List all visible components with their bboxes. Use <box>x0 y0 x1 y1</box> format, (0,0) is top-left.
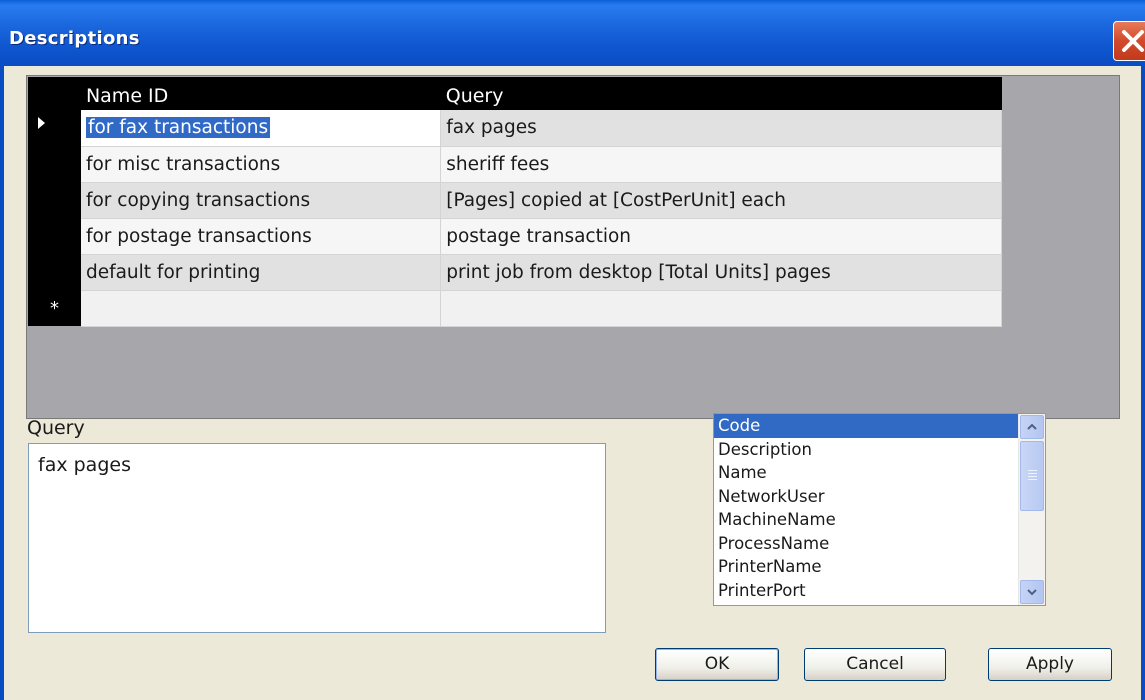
scroll-thumb[interactable] <box>1020 441 1044 511</box>
scroll-up-button[interactable] <box>1020 415 1044 439</box>
table-row[interactable]: for postage transactions postage transac… <box>28 218 1002 255</box>
apply-button[interactable]: Apply <box>988 648 1112 681</box>
column-header-name-id[interactable]: Name ID <box>81 77 441 110</box>
list-item[interactable]: Code <box>714 414 1019 438</box>
name-id-cell[interactable]: default for printing <box>80 254 442 291</box>
name-id-cell[interactable] <box>80 290 442 327</box>
query-textarea[interactable]: fax pages <box>28 443 606 633</box>
query-label: Query <box>27 417 85 439</box>
query-cell[interactable]: sheriff fees <box>440 146 1002 183</box>
current-record-arrow-icon <box>38 117 45 129</box>
query-cell[interactable]: print job from desktop [Total Units] pag… <box>440 254 1002 291</box>
list-item[interactable]: ProcessName <box>714 532 1019 556</box>
new-record-row[interactable]: * <box>28 290 1002 327</box>
field-listbox[interactable]: Code Description Name NetworkUser Machin… <box>713 413 1046 606</box>
name-id-cell[interactable]: for misc transactions <box>80 146 442 183</box>
row-selector[interactable] <box>28 254 81 290</box>
descriptions-datasheet[interactable]: Name ID Query for fax transactions fax p… <box>28 77 1002 327</box>
table-row[interactable]: for copying transactions [Pages] copied … <box>28 182 1002 219</box>
list-item[interactable]: Name <box>714 461 1019 485</box>
window-border-left <box>0 66 4 700</box>
list-item[interactable]: MachineName <box>714 508 1019 532</box>
chevron-up-icon <box>1027 423 1037 430</box>
vertical-scrollbar[interactable] <box>1018 414 1045 605</box>
list-item[interactable]: PrinterPort <box>714 579 1019 603</box>
selected-cell-text: for fax transactions <box>85 117 271 139</box>
current-row-selector[interactable] <box>28 110 81 146</box>
query-text: fax pages <box>38 454 131 476</box>
column-header-query[interactable]: Query <box>441 77 1002 110</box>
query-cell[interactable]: postage transaction <box>440 218 1002 255</box>
list-item[interactable]: PrinterName <box>714 555 1019 579</box>
header-selector-corner[interactable] <box>28 77 81 110</box>
scroll-down-button[interactable] <box>1020 580 1044 604</box>
list-item[interactable]: NetworkUser <box>714 485 1019 509</box>
name-id-cell[interactable]: for postage transactions <box>80 218 442 255</box>
new-record-asterisk-icon: * <box>49 297 59 319</box>
window-title: Descriptions <box>9 28 140 49</box>
ok-button[interactable]: OK <box>655 648 779 681</box>
window-border-right <box>1141 66 1145 700</box>
close-button[interactable] <box>1113 21 1145 61</box>
row-selector[interactable] <box>28 146 81 182</box>
cancel-button[interactable]: Cancel <box>804 648 946 681</box>
row-selector[interactable] <box>28 218 81 254</box>
query-cell[interactable] <box>440 290 1002 327</box>
list-item[interactable]: Description <box>714 438 1019 462</box>
query-cell[interactable]: [Pages] copied at [CostPerUnit] each <box>440 182 1002 219</box>
query-cell[interactable]: fax pages <box>440 110 1002 147</box>
table-row[interactable]: default for printing print job from desk… <box>28 254 1002 291</box>
new-record-selector[interactable]: * <box>28 290 81 326</box>
title-bar[interactable]: Descriptions <box>0 0 1145 66</box>
table-row[interactable]: for fax transactions fax pages <box>28 110 1002 147</box>
row-selector[interactable] <box>28 182 81 218</box>
datasheet-header-row: Name ID Query <box>28 77 1002 110</box>
name-id-cell[interactable]: for copying transactions <box>80 182 442 219</box>
name-id-cell[interactable]: for fax transactions <box>80 110 442 147</box>
table-row[interactable]: for misc transactions sheriff fees <box>28 146 1002 183</box>
chevron-down-icon <box>1027 589 1037 596</box>
